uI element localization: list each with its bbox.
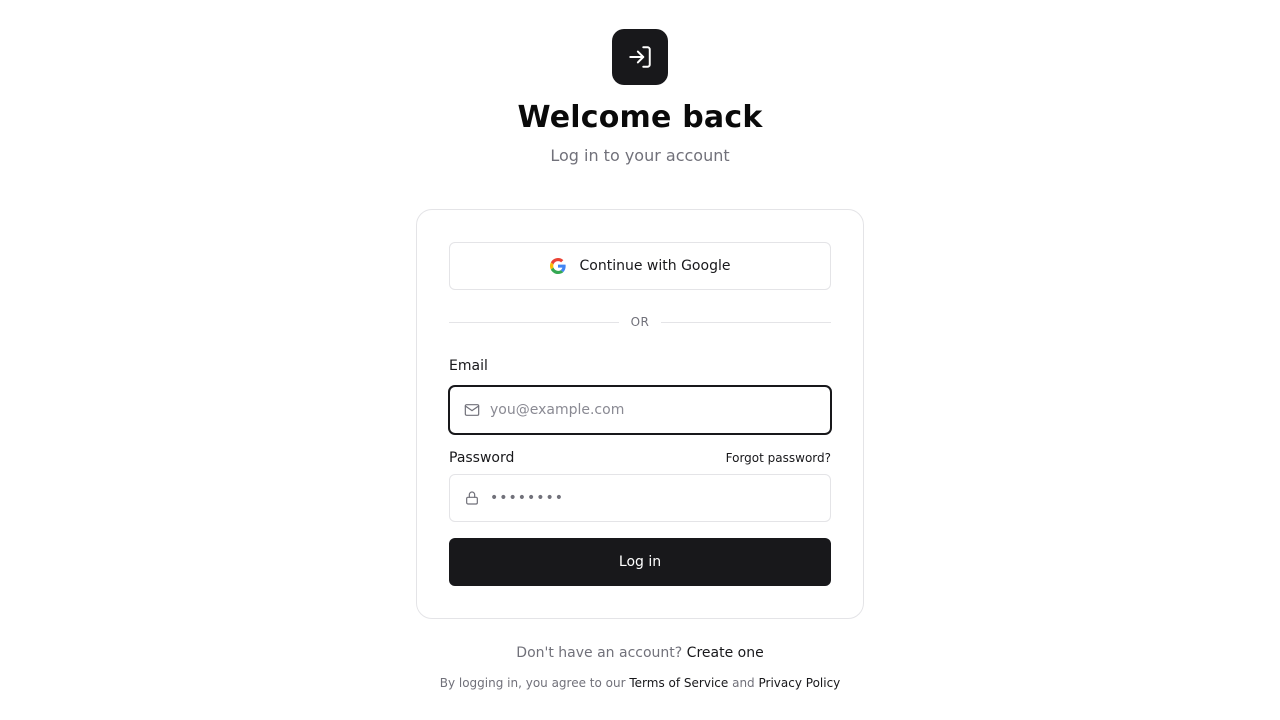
privacy-policy-link[interactable]: Privacy Policy <box>759 676 841 690</box>
log-in-icon <box>612 29 668 85</box>
login-page: Welcome back Log in to your account Cont… <box>0 0 1280 720</box>
log-in-button[interactable]: Log in <box>449 538 831 586</box>
mail-icon <box>450 402 490 418</box>
password-field-wrapper <box>449 474 831 522</box>
page-subtitle: Log in to your account <box>550 146 730 165</box>
email-field[interactable] <box>490 387 830 433</box>
divider-line-right <box>661 321 832 323</box>
login-card: Continue with Google OR Email Password F… <box>416 209 864 619</box>
divider-text: OR <box>630 315 650 329</box>
password-field[interactable] <box>490 475 830 521</box>
create-account-link[interactable]: Create one <box>687 645 764 661</box>
legal-and-text: and <box>732 676 755 690</box>
signup-prompt-text: Don't have an account? <box>516 645 683 661</box>
legal-prefix-text: By logging in, you agree to our <box>439 676 626 690</box>
divider-line-left <box>449 321 619 323</box>
continue-with-google-button[interactable]: Continue with Google <box>449 242 831 290</box>
forgot-password-link[interactable]: Forgot password? <box>726 450 831 466</box>
email-label: Email <box>449 358 488 374</box>
signup-prompt: Don't have an account? Create one <box>0 644 1280 662</box>
google-icon <box>549 258 566 274</box>
legal-notice: By logging in, you agree to our Terms of… <box>0 675 1280 691</box>
google-button-label: Continue with Google <box>579 258 731 274</box>
lock-icon <box>450 490 490 506</box>
or-divider: OR <box>449 314 832 330</box>
terms-of-service-link[interactable]: Terms of Service <box>629 676 728 690</box>
email-field-wrapper <box>449 386 831 434</box>
password-label: Password <box>449 450 515 466</box>
page-title: Welcome back <box>517 100 763 135</box>
